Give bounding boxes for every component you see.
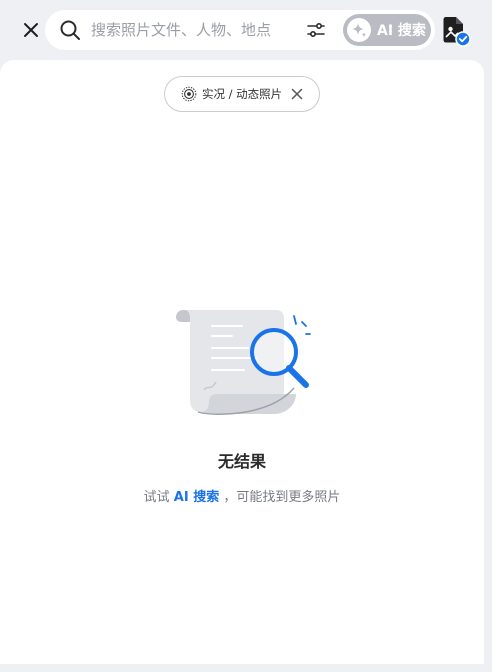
ai-icon-badge xyxy=(347,18,371,42)
hint-prefix: 试试 xyxy=(143,490,170,505)
ai-search-label: AI 搜索 xyxy=(377,23,426,39)
empty-state-hint: 试试 AI 搜索 ，可能找到更多照片 xyxy=(0,486,484,505)
live-photo-icon xyxy=(181,86,197,102)
results-panel: 实况 / 动态照片 无结果 试试 AI 搜索 ，可能找到更多照片 xyxy=(0,60,484,664)
hint-suffix: ，可能找到更多照片 xyxy=(223,490,341,505)
close-icon xyxy=(24,23,38,37)
ai-search-link[interactable]: AI 搜索 xyxy=(174,490,219,505)
filter-button[interactable] xyxy=(303,19,329,41)
sparkle-icon xyxy=(352,23,367,38)
file-check-icon xyxy=(443,17,471,47)
close-icon[interactable] xyxy=(290,87,304,101)
search-box[interactable]: AI 搜索 xyxy=(45,10,435,50)
close-button[interactable] xyxy=(18,17,44,43)
ai-search-button[interactable]: AI 搜索 xyxy=(343,14,431,46)
filter-chip-live-photo[interactable]: 实况 / 动态照片 xyxy=(164,76,320,112)
top-bar: AI 搜索 xyxy=(0,0,492,60)
no-results-illustration xyxy=(176,310,311,415)
search-icon xyxy=(60,20,80,40)
empty-state-title: 无结果 xyxy=(217,452,266,471)
search-input[interactable] xyxy=(91,17,291,43)
filter-chip-label: 实况 / 动态照片 xyxy=(202,87,283,101)
sliders-icon xyxy=(307,22,325,38)
file-status-button[interactable] xyxy=(442,14,472,48)
